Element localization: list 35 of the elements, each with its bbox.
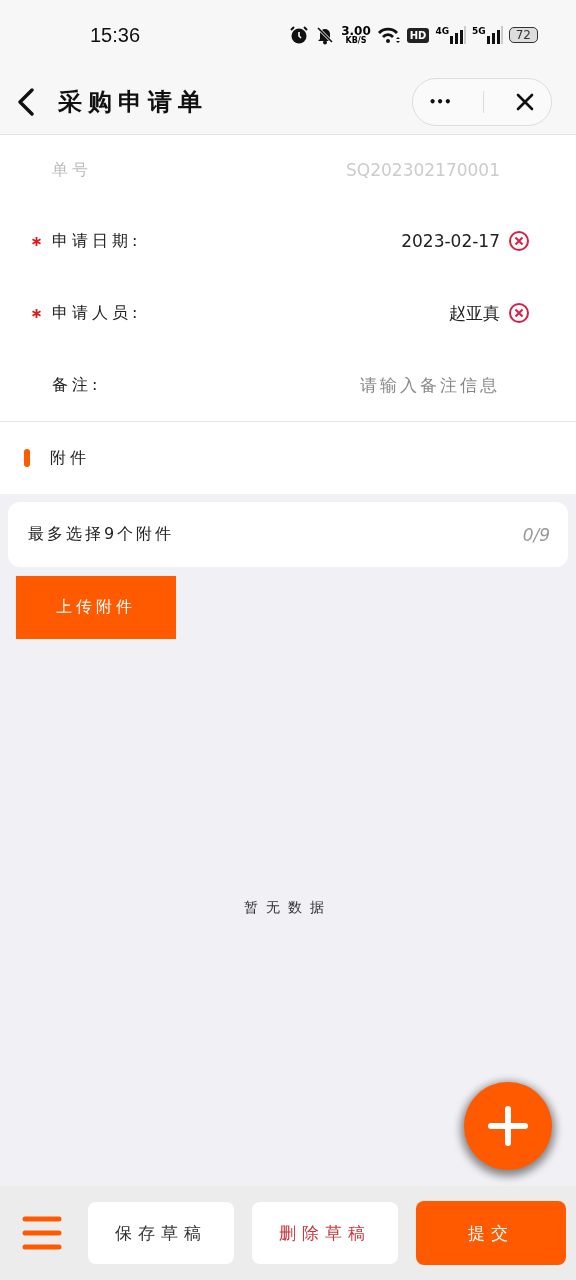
wifi-icon [376, 25, 401, 45]
accent-bar [24, 449, 30, 467]
close-icon[interactable] [515, 92, 536, 112]
mute-bell-icon [315, 25, 336, 45]
hint-text: 最多选择9个附件 [28, 524, 175, 545]
hd-badge: HD [406, 27, 430, 43]
clock-time: 15:36 [90, 23, 141, 47]
battery-level: 72 [508, 27, 538, 43]
input-field[interactable]: 请输入备注信息 [101, 375, 500, 395]
network-speed: 3.00 [341, 25, 371, 37]
draft-button[interactable]: 保存草稿 [88, 1202, 234, 1264]
draft-button[interactable]: 删除草稿 [252, 1202, 398, 1264]
clear-icon[interactable] [508, 230, 530, 252]
input-field[interactable]: 2023-02-17 [141, 231, 500, 251]
clear-icon[interactable] [508, 302, 530, 324]
field-label: 申请日期: [52, 230, 142, 252]
field-label: 备注: [52, 374, 102, 396]
plus-icon [487, 1105, 529, 1147]
alarm-icon [289, 25, 310, 45]
add-button[interactable] [464, 1082, 552, 1170]
section-title: 附件 [50, 447, 90, 469]
empty-text: 暂无数据 [243, 899, 333, 917]
attachment-count: 0/9 [522, 524, 550, 545]
input-field[interactable]: 赵亚真 [141, 303, 500, 323]
page-title: 采购申请单 [58, 87, 209, 118]
speed-unit: KB/S [345, 37, 367, 45]
network-type: 5G [472, 26, 486, 36]
field-label: 单号 [52, 159, 92, 181]
field-label: 申请人员: [52, 302, 142, 324]
back-icon[interactable] [16, 88, 36, 116]
network-type: 4G [435, 26, 450, 36]
signal-icon [450, 26, 467, 44]
menu-icon[interactable] [22, 1216, 62, 1250]
signal-icon [486, 26, 503, 44]
more-button[interactable]: ••• [428, 95, 452, 109]
